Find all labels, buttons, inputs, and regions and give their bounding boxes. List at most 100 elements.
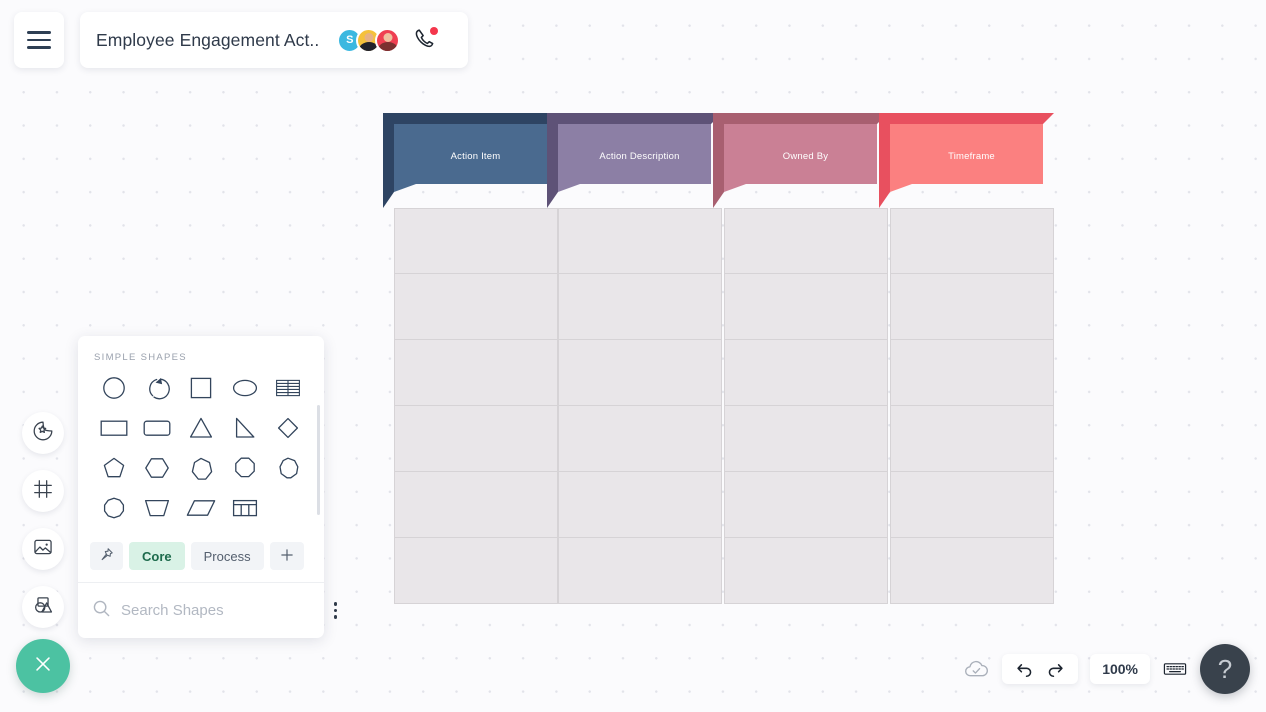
decagon-shape[interactable]: [92, 493, 136, 523]
plus-icon: [279, 547, 295, 566]
search-icon: [92, 599, 111, 623]
arc-shape[interactable]: [136, 373, 180, 403]
right-triangle-shape[interactable]: [223, 413, 267, 443]
redo-icon[interactable]: [1042, 657, 1069, 682]
table-cell[interactable]: [890, 208, 1054, 274]
undo-icon[interactable]: [1011, 657, 1038, 682]
table-cell[interactable]: [394, 340, 558, 406]
shape-search-row: [78, 582, 338, 638]
table-cell[interactable]: [724, 538, 888, 604]
table-cell[interactable]: [394, 406, 558, 472]
table-cell[interactable]: [890, 538, 1054, 604]
presence-avatars: S: [337, 27, 439, 53]
shapes-tool-button[interactable]: [22, 586, 64, 628]
table-cell[interactable]: [558, 472, 722, 538]
left-toolbar: [22, 412, 64, 628]
heptagon-shape[interactable]: [179, 453, 223, 483]
close-icon: [32, 653, 54, 680]
parallelogram-shape[interactable]: [179, 493, 223, 523]
history-controls: [1002, 654, 1079, 684]
column-header-ribbon[interactable]: Owned By: [713, 113, 888, 208]
sticker-badge-icon: [32, 420, 54, 447]
column-cells: [394, 208, 558, 604]
search-input[interactable]: [121, 602, 320, 619]
sticker-tool-button[interactable]: [22, 412, 64, 454]
table-cell[interactable]: [724, 340, 888, 406]
bottom-right-toolbar: 100% ?: [963, 644, 1250, 694]
swimlane-column[interactable]: Timeframe: [879, 113, 1054, 604]
category-process-tab[interactable]: Process: [190, 542, 264, 570]
hamburger-menu-button[interactable]: [14, 12, 64, 68]
table-cell[interactable]: [724, 208, 888, 274]
ellipse-shape[interactable]: [223, 373, 267, 403]
square-shape[interactable]: [179, 373, 223, 403]
image-icon: [32, 536, 54, 563]
table-cell[interactable]: [558, 538, 722, 604]
trapezoid-shape[interactable]: [136, 493, 180, 523]
lined-box-shape[interactable]: [266, 373, 310, 403]
triangle-shape[interactable]: [179, 413, 223, 443]
swimlane-column[interactable]: Owned By: [713, 113, 888, 604]
table-cell[interactable]: [890, 472, 1054, 538]
avatar[interactable]: [375, 27, 401, 53]
add-category-button[interactable]: [269, 542, 304, 570]
table-cell[interactable]: [394, 208, 558, 274]
swimlane-column[interactable]: Action Description: [547, 113, 722, 604]
pin-category-button[interactable]: [90, 542, 123, 570]
octagon-shape[interactable]: [223, 453, 267, 483]
notification-dot: [430, 27, 439, 35]
table-cell[interactable]: [558, 406, 722, 472]
table-cell[interactable]: [890, 406, 1054, 472]
cloud-saved-icon[interactable]: [963, 656, 990, 683]
category-core-tab[interactable]: Core: [129, 542, 185, 570]
shape-library-panel: SIMPLE SHAPES Core Process Search Shapes: [78, 336, 338, 638]
hamburger-icon-line: [27, 46, 51, 49]
hamburger-icon-line: [27, 38, 51, 42]
close-panel-button[interactable]: [16, 639, 70, 693]
table-cell[interactable]: [724, 472, 888, 538]
frame-tool-button[interactable]: [22, 470, 64, 512]
table-shape[interactable]: [223, 493, 267, 523]
swimlane-column[interactable]: Action Item: [383, 113, 558, 604]
table-cell[interactable]: [394, 274, 558, 340]
column-cells: [724, 208, 888, 604]
rounded-rectangle-shape[interactable]: [136, 413, 180, 443]
help-button[interactable]: ?: [1200, 644, 1250, 694]
page-title[interactable]: Employee Engagement Act..: [96, 30, 319, 51]
hexagon-shape[interactable]: [136, 453, 180, 483]
column-cells: [558, 208, 722, 604]
table-cell[interactable]: [558, 340, 722, 406]
frame-icon: [32, 478, 54, 505]
document-title-card[interactable]: Employee Engagement Act.. S: [80, 12, 468, 68]
table-cell[interactable]: [724, 406, 888, 472]
table-cell[interactable]: [394, 538, 558, 604]
top-bar: Employee Engagement Act.. S: [0, 0, 1266, 72]
table-cell[interactable]: [558, 274, 722, 340]
circle-shape[interactable]: [92, 373, 136, 403]
zoom-level-control[interactable]: 100%: [1090, 654, 1150, 684]
diamond-shape[interactable]: [266, 413, 310, 443]
table-cell[interactable]: [890, 274, 1054, 340]
pin-icon: [99, 547, 114, 565]
keyboard-icon[interactable]: [1162, 656, 1188, 682]
table-cell[interactable]: [724, 274, 888, 340]
column-cells: [890, 208, 1054, 604]
image-tool-button[interactable]: [22, 528, 64, 570]
hamburger-icon-line: [27, 31, 51, 34]
column-header-ribbon[interactable]: Action Item: [383, 113, 558, 208]
shapes-icon: [32, 594, 54, 621]
shape-section-title: SIMPLE SHAPES: [94, 352, 187, 363]
rectangle-shape[interactable]: [92, 413, 136, 443]
column-header-ribbon[interactable]: Timeframe: [879, 113, 1054, 208]
nonagon-shape[interactable]: [266, 453, 310, 483]
shape-category-tabs: Core Process: [78, 528, 324, 582]
table-cell[interactable]: [890, 340, 1054, 406]
column-header-ribbon[interactable]: Action Description: [547, 113, 722, 208]
shape-grid: [78, 373, 324, 523]
pentagon-shape[interactable]: [92, 453, 136, 483]
table-cell[interactable]: [394, 472, 558, 538]
table-cell[interactable]: [558, 208, 722, 274]
more-vertical-icon[interactable]: [330, 598, 341, 622]
panel-scrollbar[interactable]: [317, 405, 320, 515]
phone-icon[interactable]: [412, 27, 439, 52]
